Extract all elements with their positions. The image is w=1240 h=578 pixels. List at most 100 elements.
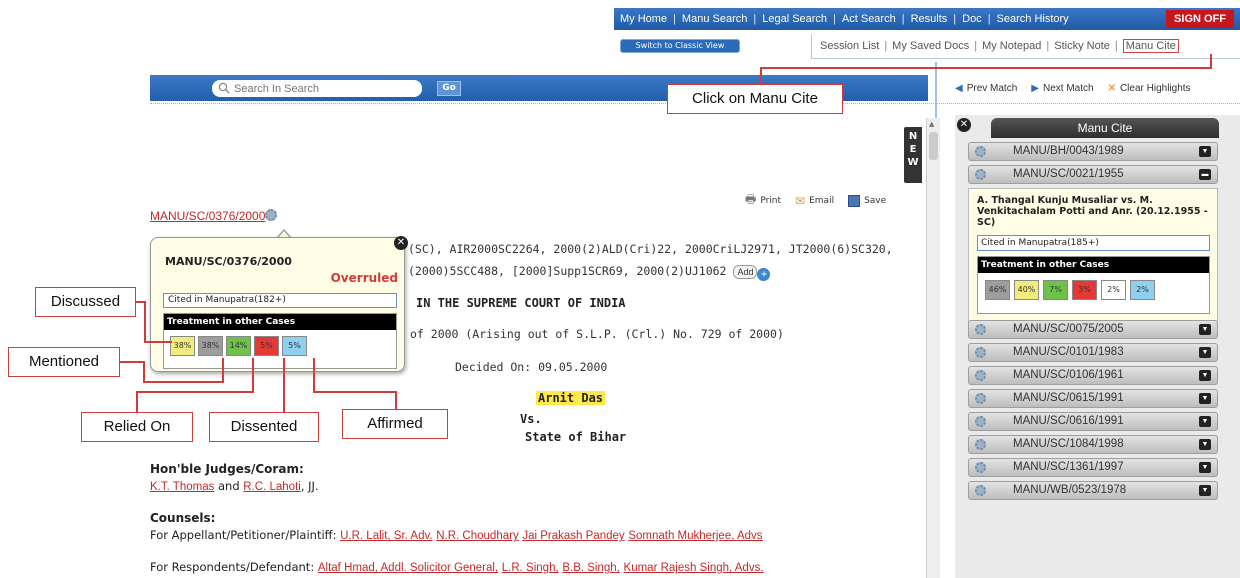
callout-click-manu-cite: Click on Manu Cite (667, 84, 843, 114)
judges-heading: Hon'ble Judges/Coram: (150, 462, 304, 476)
treatment-affirmed[interactable]: 5% (282, 336, 307, 356)
plus-icon[interactable]: + (757, 268, 771, 281)
expand-icon[interactable]: ▼ (1199, 347, 1211, 358)
scrollbar-thumb[interactable] (929, 132, 938, 160)
citation-id-link[interactable]: MANU/SC/0376/2000 (150, 209, 265, 223)
next-match-button[interactable]: ▶ Next Match (1031, 83, 1093, 94)
new-tab[interactable]: N E W (904, 127, 922, 183)
expand-icon[interactable]: ▼ (1199, 439, 1211, 450)
scroll-up-icon[interactable]: ▲ (929, 120, 934, 128)
cite-row[interactable]: MANU/SC/0075/2005 ▼ (968, 320, 1218, 339)
nav-doc[interactable]: Doc (956, 13, 988, 25)
subnav-session-list[interactable]: Session List (820, 40, 879, 52)
expand-icon[interactable]: ▼ (1199, 485, 1211, 496)
gear-icon[interactable] (975, 324, 986, 335)
counsel-link[interactable]: Somnath Mukherjee, Advs (628, 530, 762, 542)
counsel-link[interactable]: Altaf Hmad, Addl. Solicitor General, (318, 562, 498, 574)
switch-classic-view-button[interactable]: Switch to Classic View (620, 39, 740, 53)
judge-link[interactable]: R.C. Lahoti (243, 481, 301, 493)
save-button[interactable]: Save (848, 190, 886, 211)
cite-row[interactable]: MANU/SC/0106/1961 ▼ (968, 366, 1218, 385)
expand-icon[interactable]: ▼ (1199, 324, 1211, 335)
treatment-cell[interactable]: 40% (1014, 280, 1039, 300)
counsel-link[interactable]: Jai Prakash Pandey (522, 530, 624, 542)
subnav-manu-cite[interactable]: Manu Cite (1122, 39, 1179, 53)
cite-row[interactable]: MANU/SC/0615/1991 ▼ (968, 389, 1218, 408)
nav-legal-search[interactable]: Legal Search (756, 13, 833, 25)
cite-row[interactable]: MANU/SC/0616/1991 ▼ (968, 412, 1218, 431)
cite-row-expanded[interactable]: MANU/SC/0021/1955 ▬ (968, 165, 1218, 184)
new-tab-letter: N (908, 131, 918, 142)
gear-icon[interactable] (265, 209, 278, 221)
cite-row[interactable]: MANU/SC/1084/1998 ▼ (968, 435, 1218, 454)
treatment-mentioned[interactable]: 38% (198, 336, 223, 356)
search-in-search-input[interactable] (212, 80, 422, 97)
cite-row[interactable]: MANU/SC/1361/1997 ▼ (968, 458, 1218, 477)
treatment-cell[interactable]: 7% (1043, 280, 1068, 300)
counsel-link[interactable]: U.R. Lalit, Sr. Adv. (340, 530, 432, 542)
print-button[interactable]: 🖶 Print (745, 190, 781, 211)
envelope-icon: ✉ (795, 193, 806, 208)
cite-row-label: MANU/SC/0101/1983 (1013, 346, 1124, 358)
expand-icon[interactable]: ▼ (1199, 370, 1211, 381)
email-button[interactable]: ✉ Email (795, 190, 834, 211)
document-scrollbar[interactable]: ▲ (926, 118, 940, 578)
counsel-link[interactable]: Kumar Rajesh Singh, Advs. (624, 562, 764, 574)
treatment-cell[interactable]: 2% (1101, 280, 1126, 300)
callout-line (144, 301, 146, 343)
treatment-cell[interactable]: 3% (1072, 280, 1097, 300)
subnav-my-notepad[interactable]: My Notepad (982, 40, 1041, 52)
nav-search-history[interactable]: Search History (991, 13, 1075, 25)
cite-row[interactable]: MANU/BH/0043/1989 ▼ (968, 142, 1218, 161)
sign-off-button[interactable]: SIGN OFF (1166, 10, 1234, 28)
gear-icon[interactable] (975, 462, 986, 473)
panel-close-icon[interactable]: ✕ (957, 118, 971, 132)
collapse-icon[interactable]: ▬ (1199, 169, 1211, 180)
subnav-separator: | (1114, 40, 1118, 52)
manu-cite-panel: ✕ Manu Cite MANU/BH/0043/1989 ▼ MANU/SC/… (955, 115, 1240, 578)
callout-mentioned: Mentioned (8, 347, 120, 377)
judges-line: K.T. Thomas and R.C. Lahoti, JJ. (150, 479, 319, 493)
gear-icon[interactable] (975, 485, 986, 496)
judge-link[interactable]: K.T. Thomas (150, 481, 214, 493)
appellant-name: Arnit Das (536, 391, 606, 405)
gear-icon[interactable] (975, 416, 986, 427)
status-overruled: Overruled (330, 271, 398, 285)
nav-results[interactable]: Results (905, 13, 954, 25)
treatment-cell[interactable]: 46% (985, 280, 1010, 300)
go-button[interactable]: Go (437, 81, 461, 96)
counsel-link[interactable]: N.R. Choudhary (436, 530, 518, 542)
gear-icon[interactable] (975, 146, 986, 157)
popup-close-icon[interactable]: ✕ (394, 236, 408, 250)
gear-icon[interactable] (975, 393, 986, 404)
prev-match-button[interactable]: ◀ Prev Match (955, 83, 1017, 94)
gear-icon[interactable] (975, 370, 986, 381)
treatment-discussed[interactable]: 38% (170, 336, 195, 356)
cite-row-label: MANU/SC/0615/1991 (1013, 392, 1124, 404)
clear-highlights-button[interactable]: ✕ Clear Highlights (1108, 83, 1191, 94)
nav-manu-search[interactable]: Manu Search (676, 13, 753, 25)
treatment-relied-on[interactable]: 14% (226, 336, 251, 356)
print-label: Print (760, 195, 782, 206)
treatment-dissented[interactable]: 5% (254, 336, 279, 356)
cited-in-count[interactable]: Cited in Manupatra(182+) (163, 293, 397, 308)
nav-act-search[interactable]: Act Search (836, 13, 902, 25)
printer-icon: 🖶 (745, 192, 757, 206)
subnav-my-saved-docs[interactable]: My Saved Docs (892, 40, 969, 52)
gear-icon[interactable] (975, 169, 986, 180)
expand-icon[interactable]: ▼ (1199, 146, 1211, 157)
expand-icon[interactable]: ▼ (1199, 462, 1211, 473)
expand-icon[interactable]: ▼ (1199, 416, 1211, 427)
subnav-sticky-note[interactable]: Sticky Note (1054, 40, 1110, 52)
nav-my-home[interactable]: My Home (614, 13, 673, 25)
gear-icon[interactable] (975, 347, 986, 358)
gear-icon[interactable] (975, 439, 986, 450)
expand-icon[interactable]: ▼ (1199, 393, 1211, 404)
cite-row[interactable]: MANU/WB/0523/1978 ▼ (968, 481, 1218, 500)
counsel-link[interactable]: L.R. Singh, (502, 562, 559, 574)
treatment-cell[interactable]: 2% (1130, 280, 1155, 300)
cite-row[interactable]: MANU/SC/0101/1983 ▼ (968, 343, 1218, 362)
counsel-link[interactable]: B.B. Singh, (562, 562, 620, 574)
cited-in-count[interactable]: Cited in Manupatra(185+) (977, 235, 1210, 251)
add-citation-button[interactable]: Add (733, 265, 758, 279)
